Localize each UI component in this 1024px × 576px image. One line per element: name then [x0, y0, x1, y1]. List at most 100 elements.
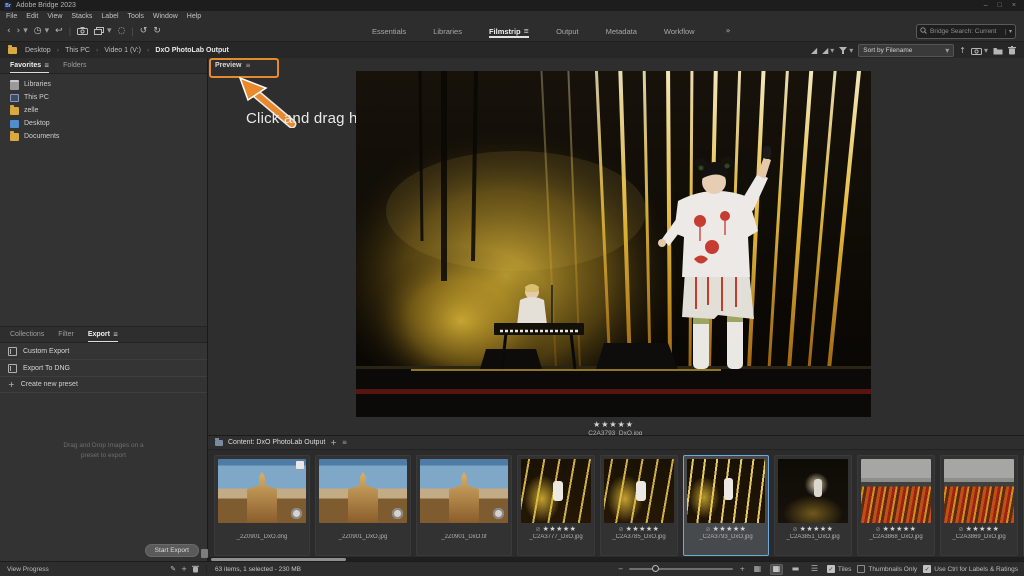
- export-panel-tab[interactable]: Filter ≡: [58, 327, 74, 342]
- thumbnail-tile[interactable]: _2Z0901_DxO.dng: [214, 455, 310, 556]
- menu-item[interactable]: Tools: [128, 13, 144, 20]
- thumbnail-image[interactable]: [778, 459, 848, 523]
- export-panel-tab[interactable]: Collections ≡: [10, 327, 44, 342]
- forward-icon[interactable]: ›: [17, 27, 21, 36]
- add-content-tab-icon[interactable]: +: [330, 439, 337, 447]
- stacks-icon[interactable]: [94, 27, 104, 35]
- view-progress-label[interactable]: View Progress: [7, 566, 49, 573]
- thumbnail-tile[interactable]: ⊘ ★★★★★ _C2A3851_DxO.jpg: [774, 455, 852, 556]
- thumbnail-tile[interactable]: ⊘ ★★★★★ _C2A3777_DxO.jpg: [517, 455, 595, 556]
- rotate-left-icon[interactable]: ↺: [140, 27, 148, 36]
- workspace-tab[interactable]: Filmstrip ≡: [489, 24, 529, 39]
- nav-dropdown-icon[interactable]: ▾: [23, 27, 28, 36]
- filter-dropdown-icon[interactable]: ▾: [849, 47, 853, 55]
- breadcrumb-item[interactable]: Video 1 (V:) ›: [104, 47, 149, 54]
- workspace-tab[interactable]: Output ≡: [556, 24, 579, 39]
- favorites-panel-tab[interactable]: Folders ≡: [63, 58, 86, 73]
- rating-stars[interactable]: ★★★★★: [800, 525, 834, 533]
- add-preset-icon[interactable]: +: [181, 566, 187, 573]
- start-export-button[interactable]: Start Export: [145, 544, 199, 557]
- thumbnail-image[interactable]: [218, 459, 306, 523]
- slider-knob[interactable]: [652, 565, 659, 572]
- zoom-out-icon[interactable]: −: [618, 566, 623, 573]
- view-thumbnail-button[interactable]: ▦: [770, 564, 783, 575]
- menu-item[interactable]: Label: [101, 13, 118, 20]
- thumbnail-tile[interactable]: _2Z0901_DxO.jpg: [315, 455, 411, 556]
- get-photos-camera-icon[interactable]: [77, 27, 88, 35]
- new-folder-icon[interactable]: [993, 47, 1003, 55]
- thumbnail-image[interactable]: [604, 459, 674, 523]
- thumbnail-rating[interactable]: [218, 524, 306, 534]
- menu-item[interactable]: View: [47, 13, 62, 20]
- thumbnail-rating[interactable]: ⊘ ★★★★★: [778, 524, 848, 534]
- menu-item[interactable]: File: [6, 13, 17, 20]
- breadcrumb-item[interactable]: This PC ›: [65, 47, 98, 54]
- preview-image[interactable]: [356, 71, 871, 417]
- thumbnail-rating[interactable]: ⊘ ★★★★★: [521, 524, 591, 534]
- refine-icon[interactable]: ◌: [118, 27, 126, 36]
- export-preset-row[interactable]: Custom Export: [0, 343, 207, 360]
- rating-stars[interactable]: ★★★★★: [883, 525, 917, 533]
- panel-menu-icon[interactable]: ≡: [245, 63, 250, 69]
- thumbnail-rating[interactable]: ⊘ ★★★★★: [944, 524, 1014, 534]
- favorites-item[interactable]: Desktop: [0, 117, 207, 130]
- filter-icon[interactable]: [839, 47, 847, 55]
- thumbnail-rating[interactable]: ⊘ ★★★★★: [687, 524, 765, 534]
- workspace-tab[interactable]: Libraries ≡: [433, 24, 462, 39]
- bridge-search-input[interactable]: Bridge Search: Current ▾: [916, 24, 1016, 39]
- thumbnail-size-slider[interactable]: [629, 568, 733, 570]
- delete-preset-trash-icon[interactable]: [192, 565, 199, 573]
- edit-preset-pencil-icon[interactable]: ✎: [170, 566, 176, 573]
- thumbnail-rating[interactable]: ⊘ ★★★★★: [861, 524, 931, 534]
- view-details-button[interactable]: ▬: [789, 564, 802, 575]
- checkbox-box[interactable]: [923, 565, 931, 573]
- rating-stars[interactable]: ★★★★★: [713, 525, 747, 533]
- workspace-tab[interactable]: Metadata ≡: [606, 24, 637, 39]
- favorites-item[interactable]: This PC: [0, 91, 207, 104]
- menu-item[interactable]: Help: [187, 13, 201, 20]
- minimize-button[interactable]: –: [984, 2, 988, 9]
- import-dropdown-icon[interactable]: ▾: [984, 47, 988, 55]
- thumbnail-image[interactable]: [944, 459, 1014, 523]
- thumbnail-quality-low-icon[interactable]: ◢: [811, 47, 817, 55]
- breadcrumb-item[interactable]: DxO PhotoLab Output ›: [155, 47, 229, 54]
- boomerang-return-icon[interactable]: ↩: [55, 27, 63, 36]
- panel-menu-icon[interactable]: ≡: [342, 440, 347, 446]
- view-list-button[interactable]: ☰: [808, 564, 821, 575]
- thumbnail-rating[interactable]: [420, 524, 508, 534]
- thumbnail-image[interactable]: [861, 459, 931, 523]
- back-icon[interactable]: ‹: [7, 27, 11, 36]
- quality-dropdown-icon[interactable]: ▾: [830, 47, 834, 55]
- thumbnail-tile[interactable]: ⊘ ★★★★★ _C2A3869_DxO.jpg: [940, 455, 1018, 556]
- statusbar-checkbox[interactable]: Use Ctrl for Labels & Ratings: [923, 565, 1018, 573]
- thumbnail-image[interactable]: [420, 459, 508, 523]
- workspace-tab[interactable]: Workflow ≡: [664, 24, 695, 39]
- workspace-tab[interactable]: Essentials ≡: [372, 24, 406, 39]
- panel-menu-icon[interactable]: ≡: [44, 63, 49, 69]
- maximize-button[interactable]: □: [998, 2, 1002, 9]
- panel-menu-icon[interactable]: ≡: [113, 332, 118, 338]
- thumbnail-tile[interactable]: ⊘ ★★★★★ _C2A3793_DxO.jpg: [683, 455, 769, 556]
- workspace-menu-icon[interactable]: ≡: [524, 28, 529, 35]
- preview-tab[interactable]: Preview ≡: [215, 62, 251, 69]
- stacks-dropdown-icon[interactable]: ▾: [107, 27, 112, 36]
- preview-rating-stars[interactable]: ★★★★★: [356, 420, 871, 429]
- favorites-item[interactable]: zelle: [0, 104, 207, 117]
- thumbnail-tile[interactable]: _2Z0901_DxO.tif: [416, 455, 512, 556]
- favorites-item[interactable]: Libraries: [0, 78, 207, 91]
- recent-files-icon[interactable]: ◷: [34, 27, 42, 36]
- favorites-item[interactable]: Documents: [0, 130, 207, 143]
- thumbnail-image[interactable]: [521, 459, 591, 523]
- thumbnail-rating[interactable]: ⊘ ★★★★★: [604, 524, 674, 534]
- panel-splitter-grip[interactable]: [201, 549, 208, 558]
- thumbnail-image[interactable]: [687, 459, 765, 523]
- export-panel-tab[interactable]: Export ≡: [88, 327, 118, 342]
- menu-item[interactable]: Stacks: [71, 13, 92, 20]
- content-tab-label[interactable]: Content: DxO PhotoLab Output: [228, 439, 325, 446]
- menu-item[interactable]: Edit: [26, 13, 38, 20]
- rating-stars[interactable]: ★★★★★: [626, 525, 660, 533]
- checkbox-box[interactable]: [827, 565, 835, 573]
- sort-ascending-icon[interactable]: ↑: [959, 47, 966, 55]
- import-camera-icon[interactable]: [971, 47, 982, 55]
- create-new-preset-button[interactable]: + Create new preset: [0, 377, 207, 393]
